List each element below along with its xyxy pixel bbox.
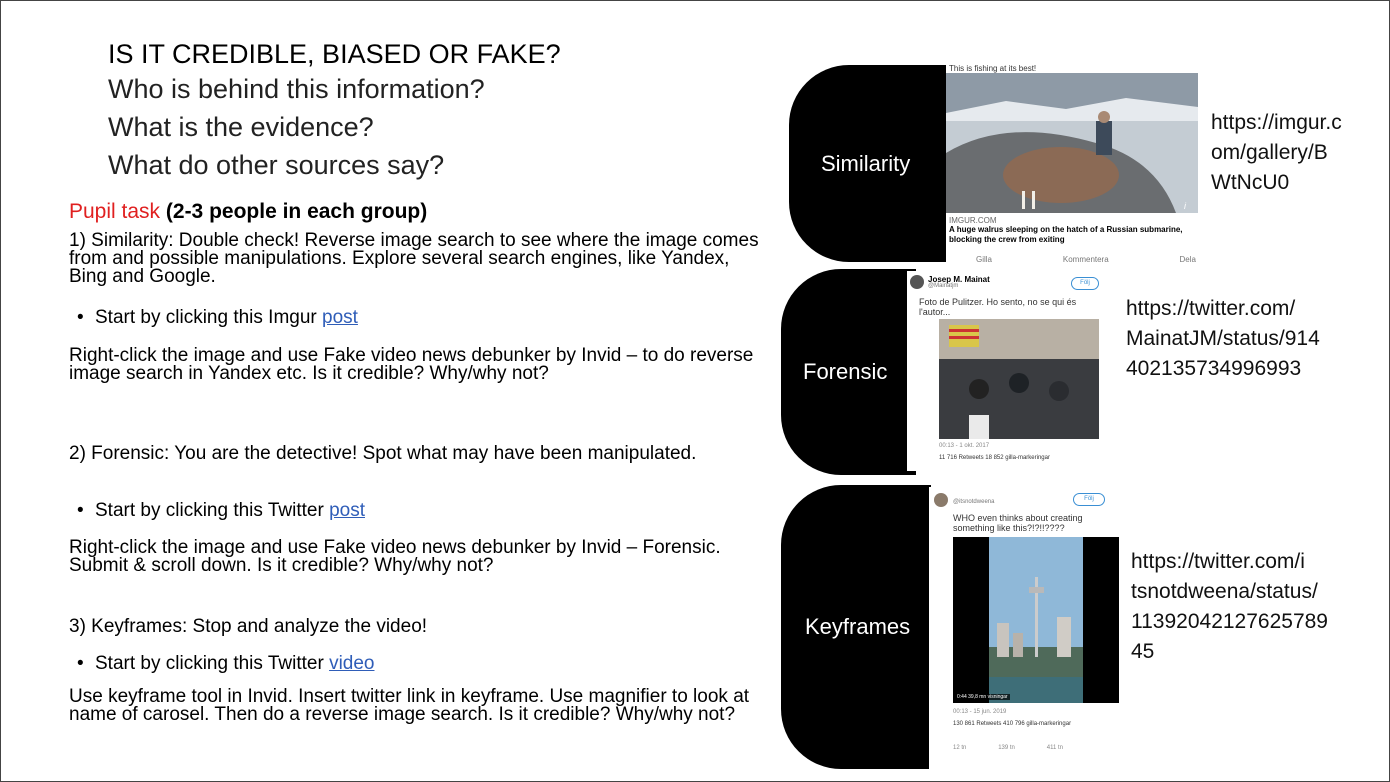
keyframes-url-line-3: 11392042127625789 [1131,610,1328,633]
forensic-tweet: Foto de Pulitzer. Ho sento, no se qui és… [919,297,1077,317]
keyframes-url-line-2: tsnotdweena/status/ [1131,580,1318,603]
slide-title: IS IT CREDIBLE, BIASED OR FAKE? [108,39,561,69]
forensic-url: https://twitter.com/ MainatJM/status/914… [1126,294,1320,384]
keyframes-time: 00:13 - 15 jun. 2019 [953,709,1007,715]
forensic-pill: Forensic [781,269,916,475]
similarity-url-line-2: om/gallery/B [1211,141,1328,164]
similarity-label: Similarity [821,150,911,176]
keyframes-url-line-1: https://twitter.com/i [1131,550,1305,573]
keyframes-handle: @itsnotdweena [953,499,995,505]
twitter-video-link[interactable]: video [329,653,374,674]
slide: IS IT CREDIBLE, BIASED OR FAKE? Who is b… [0,0,1390,782]
twitter-post-link[interactable]: post [329,500,365,521]
avatar [934,493,948,507]
keyframes-url: https://twitter.com/i tsnotdweena/status… [1131,547,1328,667]
section2-bullet-text: Start by clicking this Twitter [95,500,330,521]
keyframes-pill: Keyframes [781,485,931,769]
section1-instruction: Right-click the image and use Fake video… [69,345,754,384]
follow-button[interactable]: Följ [1073,493,1105,506]
video-views: 39,8 mn visningar [968,694,1008,700]
section3-text: 3) Keyframes: Stop and analyze the video… [69,616,428,637]
section3-bullet-text: Start by clicking this Twitter [95,653,330,674]
reply-count[interactable]: 12 tn [953,745,966,751]
keyframes-stats: 130 861 Retweets 410 796 gilla-markering… [953,721,1072,727]
keyframes-video[interactable] [953,537,1119,703]
task-label: Pupil task [69,200,161,223]
like-count[interactable]: 411 tn [1047,745,1063,751]
like-action[interactable]: Gilla [976,255,992,263]
section1-bullet-text: Start by clicking this Imgur [95,307,323,328]
similarity-caption-top: This is fishing at its best! [949,64,1037,73]
question-3: What do other sources say? [108,150,445,180]
similarity-screenshot[interactable]: This is fishing at its best! i IMGUR.COM… [946,63,1198,263]
forensic-time: 00:13 - 1 okt. 2017 [939,443,990,449]
follow-button[interactable]: Följ [1071,277,1099,290]
retweet-count[interactable]: 139 tn [998,745,1015,751]
section2-text: 2) Forensic: You are the detective! Spot… [69,443,697,464]
keyframes-url-line-4: 45 [1131,640,1155,663]
forensic-url-line-2: MainatJM/status/914 [1126,327,1320,350]
keyframes-tweet: WHO even thinks about creating something… [953,513,1083,533]
similarity-url-line-3: WtNcU0 [1211,171,1290,194]
similarity-actions: Gilla Kommentera Dela [976,255,1196,263]
forensic-stats: 11 716 Retweets 18 852 gilla-markeringar [939,455,1050,461]
similarity-headline: A huge walrus sleeping on the hatch of a… [949,225,1183,244]
avatar [910,275,924,289]
similarity-url: https://imgur.c om/gallery/B WtNcU0 [1211,108,1342,198]
question-1: Who is behind this information? [108,74,485,104]
task-heading: Pupil task (2-3 people in each group) [69,200,427,224]
forensic-label: Forensic [803,359,888,384]
similarity-pill: Similarity [789,65,954,262]
similarity-source: IMGUR.COM [949,216,997,225]
question-2: What is the evidence? [108,112,374,142]
section3-bullet: • Start by clicking this Twitter video [77,653,375,674]
similarity-url-line-1: https://imgur.c [1211,111,1342,134]
forensic-url-line-3: 402135734996993 [1126,357,1302,380]
section1-bullet: • Start by clicking this Imgur post [77,307,358,328]
keyframes-label: Keyframes [805,614,911,639]
comment-action[interactable]: Kommentera [1063,255,1109,263]
keyframes-screenshot[interactable]: @itsnotdweena Följ WHO even thinks about… [929,487,1124,771]
section2-bullet: • Start by clicking this Twitter post [77,500,365,521]
forensic-url-line-1: https://twitter.com/ [1126,297,1296,320]
forensic-screenshot[interactable]: Josep M. Mainat @Mainatjm Följ Foto de P… [907,271,1112,471]
task-group: (2-3 people in each group) [165,200,428,223]
section3-instruction: Use keyframe tool in Invid. Insert twitt… [69,686,750,725]
forensic-photo [939,319,1099,439]
keyframes-actions: 12 tn 139 tn 411 tn [953,745,1063,751]
imgur-post-link[interactable]: post [322,307,358,328]
forensic-handle: @Mainatjm [928,283,959,289]
video-time: 0:44 39,8 mn visningar [955,694,1010,700]
section1-text: 1) Similarity: Double check! Reverse ima… [69,230,759,287]
section2-instruction: Right-click the image and use Fake video… [69,537,721,576]
share-action[interactable]: Dela [1180,255,1196,263]
video-duration: 0:44 [957,694,967,700]
